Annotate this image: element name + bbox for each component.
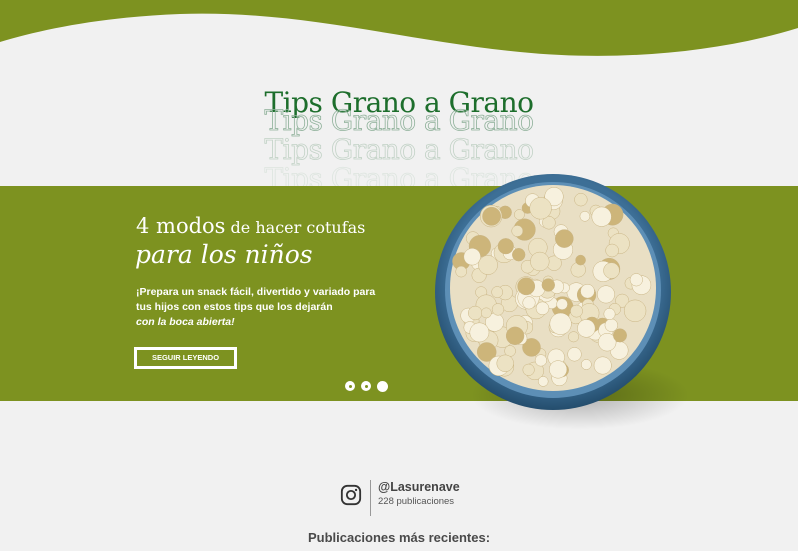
popcorn-kernel [517, 277, 536, 296]
hero-banner [0, 186, 798, 401]
popcorn-kernel [603, 262, 620, 279]
popcorn-kernel [591, 206, 612, 227]
carousel-dot-1[interactable] [345, 381, 355, 391]
popcorn-kernel [505, 326, 525, 345]
popcorn-kernel [574, 193, 588, 207]
popcorn-bowl-image [435, 174, 671, 410]
instagram-icon[interactable] [340, 484, 362, 506]
carousel-dot-2[interactable] [361, 381, 371, 391]
popcorn-kernel [567, 347, 582, 362]
divider [370, 480, 371, 516]
post-count: 228 publicaciones [378, 496, 455, 507]
instagram-profile[interactable]: @Lasurenave 228 publicaciones [340, 480, 460, 516]
popcorn-kernel [534, 354, 547, 367]
popcorn-kernel [580, 283, 595, 299]
header-wave [0, 0, 798, 56]
popcorn-kernel [537, 376, 549, 387]
popcorn-kernel [491, 286, 504, 298]
popcorn-kernel [512, 248, 526, 262]
popcorn-kernel [468, 305, 483, 321]
popcorn-kernel [522, 296, 536, 310]
recent-posts-heading: Publicaciones más recientes: [307, 530, 491, 545]
popcorn-kernel [541, 278, 555, 292]
hero-description: ¡Prepara un snack fácil, divertido y var… [136, 286, 376, 328]
popcorn-kernel [593, 356, 612, 375]
popcorn-kernel [455, 265, 467, 278]
popcorn-kernel [555, 229, 574, 248]
popcorn-kernel [482, 206, 501, 226]
popcorn-kernel [511, 225, 524, 237]
popcorn-kernel [604, 318, 618, 332]
popcorn-kernel [491, 303, 505, 316]
popcorn-kernel [463, 248, 481, 266]
hero-headline: 4 modos de hacer cotufas [136, 214, 366, 238]
popcorn-kernel [522, 363, 535, 376]
popcorn-kernel [603, 308, 616, 320]
popcorn-kernel [577, 319, 596, 338]
carousel-dot-3[interactable] [377, 381, 388, 392]
popcorn-kernel [623, 299, 647, 322]
popcorn-kernel [605, 243, 619, 258]
popcorn-kernel [469, 322, 490, 343]
popcorn-kernel [597, 285, 615, 304]
popcorn-kernel [497, 238, 514, 255]
popcorn-kernel [568, 331, 580, 343]
popcorn-kernel [613, 328, 627, 343]
popcorn-kernel [549, 360, 568, 379]
popcorn-kernel [575, 254, 586, 266]
popcorn-kernel [529, 197, 552, 220]
hero-description-emphasis: con la boca abierta! [136, 316, 235, 328]
popcorn-kernel [535, 301, 550, 316]
popcorn-kernel [580, 359, 592, 370]
hero-headline-line2: para los niños [135, 240, 313, 269]
popcorn-kernel [549, 312, 572, 335]
popcorn-kernel [570, 304, 583, 318]
popcorn-kernel [579, 211, 591, 222]
carousel-dots [345, 381, 388, 392]
popcorn-kernel [629, 273, 643, 287]
instagram-handle[interactable]: @Lasurenave [378, 480, 460, 495]
read-more-button[interactable]: SEGUIR LEYENDO [134, 347, 237, 369]
popcorn-kernel [478, 255, 498, 275]
popcorn-kernel [556, 298, 568, 310]
popcorn-kernel [530, 251, 550, 272]
popcorn-kernel [496, 354, 514, 372]
popcorn-kernel [480, 307, 492, 319]
